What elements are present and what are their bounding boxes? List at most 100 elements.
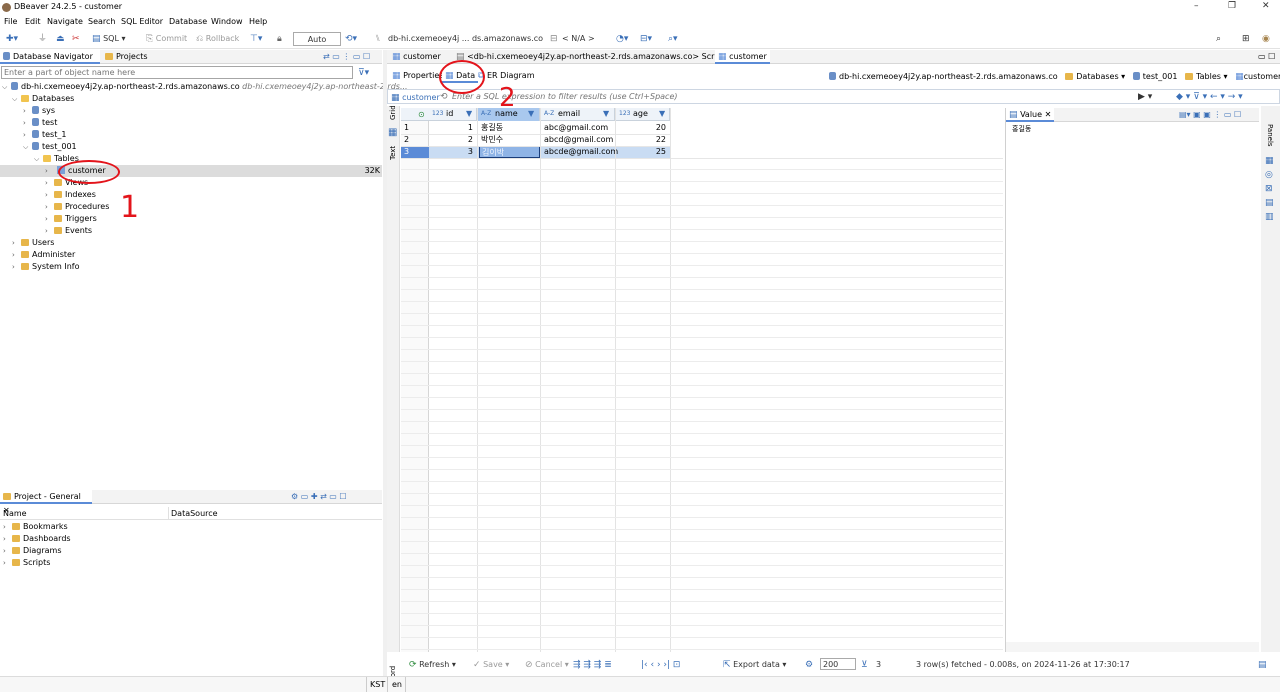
tree-triggers[interactable]: › Triggers bbox=[45, 213, 97, 225]
fetch-size-input[interactable]: 200 bbox=[820, 658, 856, 670]
editor-tab-script[interactable]: ▤ <db-hi.cxemeoey4j2y.ap-northeast-2.rds… bbox=[453, 50, 728, 64]
column-header-age[interactable]: 123 age ▼ bbox=[616, 108, 670, 121]
apply-filter-icon[interactable]: ▶ ▾ bbox=[1138, 90, 1152, 104]
menu-file[interactable]: File bbox=[4, 17, 17, 26]
editor-maximize-icons[interactable]: ▭ ☐ bbox=[1255, 50, 1278, 64]
filter-history-icon[interactable]: ⟲ bbox=[440, 90, 448, 104]
cell-email[interactable]: abcd@gmail.com bbox=[544, 134, 613, 146]
tree-schema-test-001[interactable]: ⌵ test_001 bbox=[23, 141, 77, 153]
global-search-icon[interactable]: ⌕ bbox=[1216, 32, 1221, 46]
history-icon[interactable]: ⟲▾ bbox=[345, 32, 357, 46]
editor-tab-customer-1[interactable]: ▦ customer bbox=[389, 50, 444, 64]
transaction-mode-icon[interactable]: ⊤▾ bbox=[250, 32, 262, 46]
side-tab-grid[interactable]: Grid bbox=[389, 105, 397, 120]
sort-icon[interactable]: ▼ bbox=[659, 108, 665, 120]
fetch-all-icon[interactable]: ⊻ bbox=[861, 658, 868, 672]
value-content[interactable]: 홍길동 bbox=[1012, 124, 1031, 134]
tree-system-info[interactable]: › System Info bbox=[12, 261, 80, 273]
tree-administer[interactable]: › Administer bbox=[12, 249, 75, 261]
sort-icon[interactable]: ▼ bbox=[466, 108, 472, 120]
commit-mode-field[interactable]: Auto bbox=[293, 32, 341, 46]
close-window-icon[interactable]: ✕ bbox=[1262, 1, 1270, 11]
tree-connection[interactable]: ⌵ db-hi.cxemeoey4j2y.ap-northeast-2.rds.a… bbox=[2, 81, 408, 93]
panel-toggle-icons[interactable]: ▦ ◎ ⊠ ▤ ▥ bbox=[1265, 154, 1274, 224]
dbeaver-perspective-icon[interactable]: ◉ bbox=[1262, 32, 1270, 46]
row-selector-icon[interactable]: ⊙ bbox=[418, 110, 425, 119]
navigation-icons[interactable]: |‹ ‹ › ›| ⊡ bbox=[641, 658, 680, 672]
tree-schema-test[interactable]: › test bbox=[23, 117, 57, 129]
save-button[interactable]: ✓ Save ▾ bbox=[473, 658, 509, 672]
rollback-button[interactable]: ⎌ Rollback bbox=[196, 32, 239, 46]
restore-icon[interactable]: ❐ bbox=[1228, 1, 1236, 11]
menu-edit[interactable]: Edit bbox=[25, 17, 41, 26]
table-row[interactable]: 2 2 박민수 abcd@gmail.com 22 bbox=[401, 134, 670, 146]
connect-icon[interactable]: ⏚ bbox=[38, 32, 47, 46]
cell-age[interactable]: 22 bbox=[616, 134, 666, 146]
cell-name[interactable]: 홍길동 bbox=[481, 122, 503, 134]
layout-icon[interactable]: ▤ bbox=[1258, 658, 1267, 672]
cancel-button[interactable]: ⊘ Cancel ▾ bbox=[525, 658, 569, 672]
new-connection-icon[interactable]: ✚▾ bbox=[6, 32, 18, 46]
tab-value[interactable]: ▤ Value ✕ bbox=[1006, 108, 1055, 122]
subtab-properties[interactable]: ▦ Properties bbox=[389, 69, 447, 83]
project-item-scripts[interactable]: › Scripts bbox=[3, 557, 50, 569]
cell-id[interactable]: 1 bbox=[429, 122, 473, 134]
cell-id[interactable]: 2 bbox=[429, 134, 473, 146]
menu-sql-editor[interactable]: SQL Editor bbox=[121, 17, 163, 26]
minimize-icon[interactable]: – bbox=[1194, 1, 1199, 11]
row-edit-icons[interactable]: ⇶ ⇶ ⇶ ≣ bbox=[573, 658, 612, 672]
dashboard-icon[interactable]: ◔▾ bbox=[616, 32, 628, 46]
menu-database[interactable]: Database bbox=[169, 17, 207, 26]
cell-email[interactable]: abcde@gmail.com bbox=[544, 146, 618, 158]
menu-help[interactable]: Help bbox=[249, 17, 267, 26]
tab-projects[interactable]: Projects bbox=[102, 50, 151, 64]
active-schema-selector[interactable]: < N/A > bbox=[562, 32, 595, 46]
tools-icon[interactable]: ⊟▾ bbox=[640, 32, 652, 46]
cell-email[interactable]: abc@gmail.com bbox=[544, 122, 608, 134]
active-connection-selector[interactable]: db-hi.cxemeoey4j ... ds.amazonaws.co bbox=[388, 32, 543, 46]
sql-filter-input[interactable] bbox=[452, 91, 1132, 102]
search-toolbar-icon[interactable]: ⌕▾ bbox=[668, 32, 678, 46]
sql-editor-button[interactable]: ▤ SQL ▾ bbox=[92, 32, 125, 46]
project-toolbar-icons[interactable]: ⚙ ▭ ✚ ⇄ ▭ ☐ bbox=[288, 490, 350, 504]
table-row[interactable]: 3 3 김이박 abcde@gmail.com 25 bbox=[401, 146, 670, 158]
side-tab-text[interactable]: Text bbox=[389, 146, 397, 160]
filter-tools-icons[interactable]: ◆ ▾ ⊽ ▾ ← ▾ → ▾ bbox=[1176, 90, 1243, 104]
breadcrumb-table[interactable]: customer bbox=[1244, 72, 1280, 81]
navigator-filter-input[interactable] bbox=[1, 66, 353, 79]
tree-events[interactable]: › Events bbox=[45, 225, 92, 237]
tree-procedures[interactable]: › Procedures bbox=[45, 201, 109, 213]
cell-id[interactable]: 3 bbox=[429, 146, 473, 158]
refresh-button[interactable]: ⟳ Refresh ▾ bbox=[409, 658, 456, 672]
column-header-email[interactable]: A-Z email ▼ bbox=[541, 108, 615, 121]
tab-project-general[interactable]: Project - General ✕ bbox=[0, 490, 92, 515]
project-item-diagrams[interactable]: › Diagrams bbox=[3, 545, 62, 557]
grid-view-icon[interactable]: ▦ bbox=[388, 126, 397, 140]
cell-age[interactable]: 25 bbox=[616, 146, 666, 158]
perspective-icon[interactable]: ⊞ bbox=[1242, 32, 1250, 46]
lock-icon[interactable]: 🔒︎ bbox=[277, 32, 282, 46]
breadcrumb-schema[interactable]: test_001 bbox=[1143, 72, 1178, 81]
editor-tab-customer-2[interactable]: ▦ customer bbox=[715, 50, 770, 64]
tree-users[interactable]: › Users bbox=[12, 237, 54, 249]
navigator-toolbar-icons[interactable]: ⇄ ▭ ⋮ ▭ ☐ bbox=[320, 50, 373, 64]
breadcrumb-connection[interactable]: db-hi.cxemeoey4j2y.ap-northeast-2.rds.am… bbox=[839, 72, 1058, 81]
project-item-bookmarks[interactable]: › Bookmarks bbox=[3, 521, 68, 533]
menu-search[interactable]: Search bbox=[88, 17, 115, 26]
menu-navigate[interactable]: Navigate bbox=[47, 17, 83, 26]
side-tab-panels[interactable]: Panels bbox=[1266, 124, 1274, 147]
tab-database-navigator[interactable]: Database Navigator ✕ bbox=[0, 50, 100, 75]
filter-icon[interactable]: ⊽▾ bbox=[358, 66, 369, 80]
export-data-button[interactable]: ⇱ Export data ▾ bbox=[723, 658, 786, 672]
commit-button[interactable]: ⎘ Commit bbox=[146, 32, 187, 46]
tree-schema-sys[interactable]: › sys bbox=[23, 105, 55, 117]
breadcrumb-tables[interactable]: Tables bbox=[1196, 72, 1221, 81]
invalidate-icon[interactable]: ✂ bbox=[72, 32, 80, 46]
menu-window[interactable]: Window bbox=[211, 17, 243, 26]
project-item-dashboards[interactable]: › Dashboards bbox=[3, 533, 71, 545]
disconnect-icon[interactable]: ⏏ bbox=[56, 32, 65, 46]
cell-name-selected[interactable]: 김이박 bbox=[479, 146, 540, 158]
table-row[interactable]: 1 1 홍길동 abc@gmail.com 20 bbox=[401, 122, 670, 134]
tree-schema-test-1[interactable]: › test_1 bbox=[23, 129, 66, 141]
value-panel-toolbar-icons[interactable]: ▤▾ ▣ ▣ ⋮ ▭ ☐ bbox=[1176, 108, 1244, 122]
